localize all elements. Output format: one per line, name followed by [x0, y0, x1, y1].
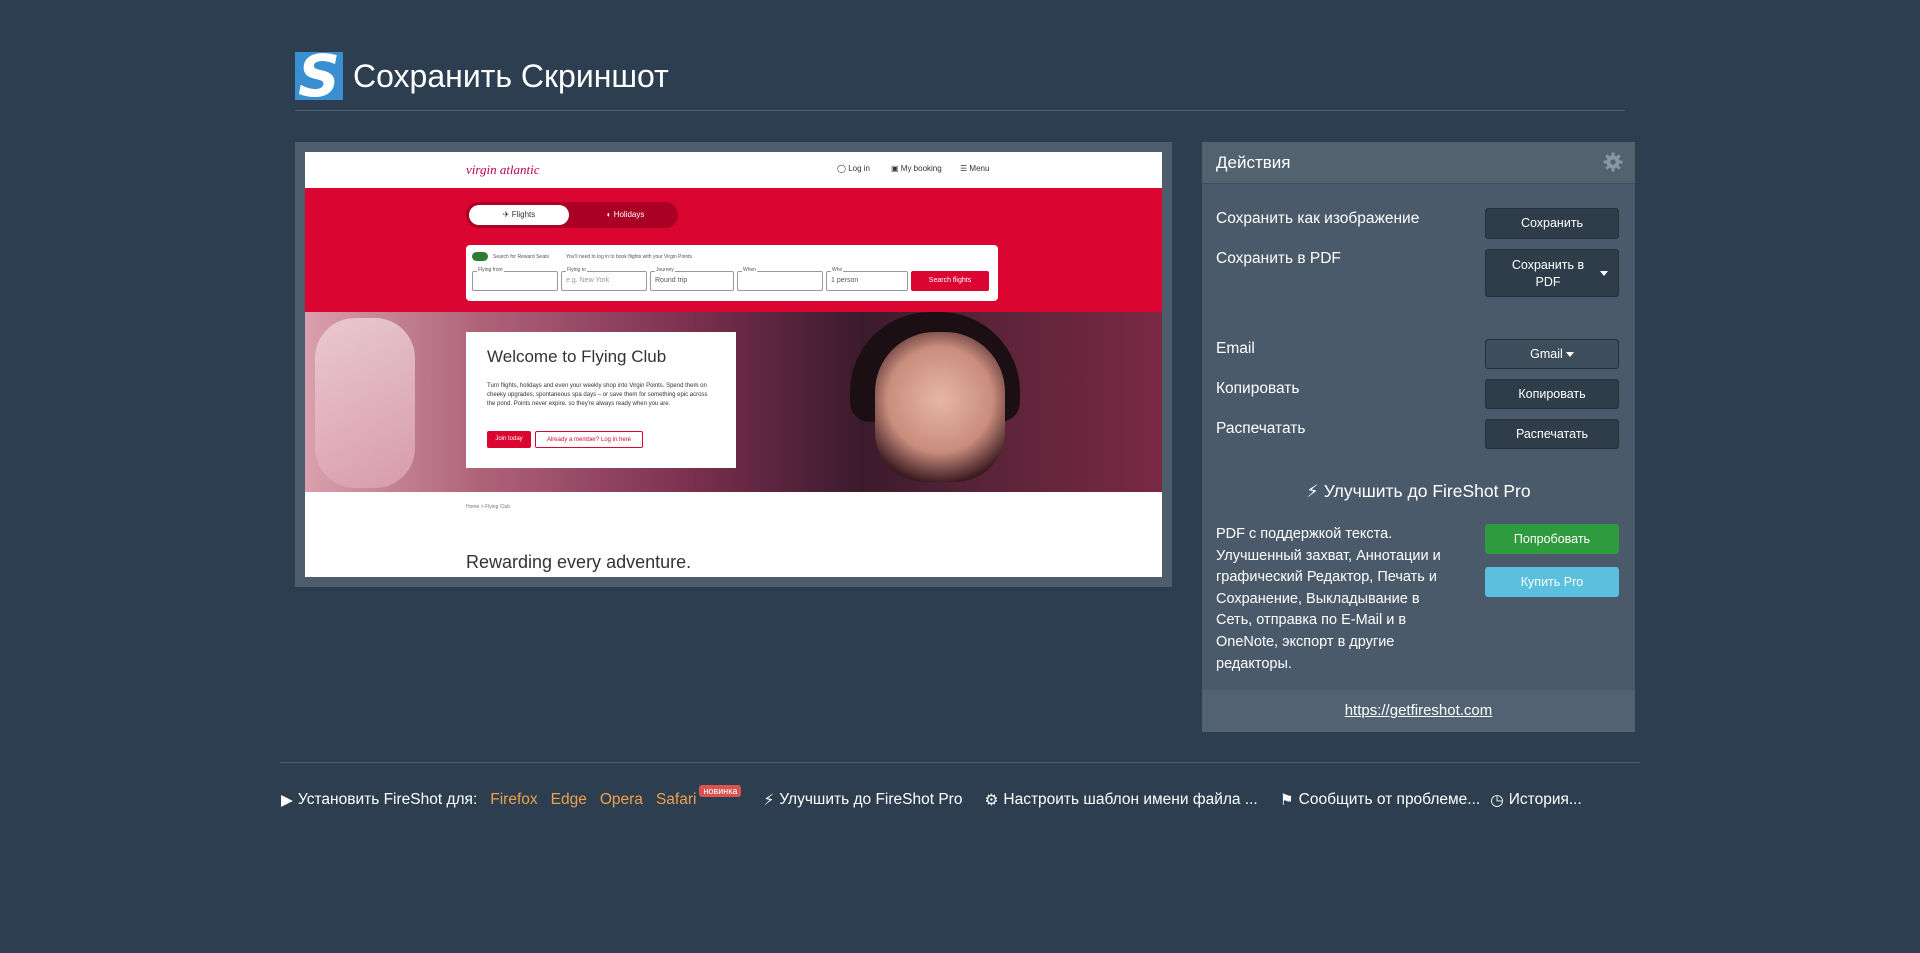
header-divider [295, 110, 1625, 111]
site-member-button: Already a member? Log in here [535, 431, 643, 448]
footer-divider [280, 762, 1640, 763]
page-title: Сохранить Скриншот [353, 57, 669, 94]
footer-bar: ▶ Установить FireShot для: Firefox Edge … [281, 785, 1604, 811]
opera-link[interactable]: Opera [600, 791, 643, 809]
play-icon: ▶ [281, 791, 293, 809]
save-pdf-button[interactable]: Сохранить в PDF [1485, 249, 1619, 297]
site-reward-label: Search for Reward Seats [493, 254, 549, 260]
gmail-dropdown-button[interactable]: Gmail [1485, 339, 1619, 369]
screenshot-preview-frame: virgin atlantic ◯ Log in ▣ My booking ☰ … [295, 142, 1172, 587]
edge-link[interactable]: Edge [551, 791, 587, 809]
save-pdf-label: Сохранить в PDF [1216, 250, 1341, 267]
clock-icon: ◷ [1490, 791, 1504, 809]
site-tab-holidays: ◐ Holidays [606, 210, 645, 219]
site-field-from: Flying from [472, 267, 558, 291]
site-search-band: ✈ Flights ◐ Holidays Search for Reward S… [305, 188, 1162, 312]
bolt-icon: ⚡︎ [763, 791, 775, 809]
footer-report-link[interactable]: ⚑ Сообщить от проблеме... [1280, 791, 1480, 810]
footer-history-link[interactable]: ◷ История... [1490, 791, 1582, 810]
gear-icon: ⚙ [984, 791, 999, 809]
site-breadcrumb: Home > Flying Club [466, 504, 511, 510]
site-join-button: Join today [487, 431, 531, 448]
try-pro-button[interactable]: Попробовать [1485, 524, 1619, 554]
site-field-to: Flying to e.g. New York [561, 267, 647, 291]
hero-window-shape [315, 318, 415, 488]
site-field-journey: Journey Round trip [650, 267, 734, 291]
footer-upgrade-label: Улучшить до FireShot Pro [779, 791, 963, 808]
save-pdf-button-label: Сохранить в PDF [1511, 258, 1585, 289]
pro-description: PDF с поддержкой текста. Улучшенный захв… [1216, 526, 1441, 672]
site-reward-note: You'll need to log in to book flights wi… [566, 254, 693, 260]
site-field-when: When [737, 267, 823, 291]
fireshot-logo: S [295, 52, 343, 100]
firefox-link[interactable]: Firefox [490, 791, 537, 809]
save-image-button[interactable]: Сохранить [1485, 208, 1619, 239]
getfireshot-link[interactable]: https://getfireshot.com [1202, 702, 1635, 719]
footer-history-label: История... [1508, 791, 1582, 808]
chevron-down-icon [1600, 271, 1608, 276]
upgrade-heading-label: Улучшить до FireShot Pro [1323, 481, 1531, 501]
site-welcome-title: Welcome to Flying Club [487, 347, 667, 366]
safari-link[interactable]: Safari [656, 791, 697, 809]
site-tab-flights: ✈ Flights [469, 205, 569, 225]
new-badge: новинка [699, 785, 742, 797]
copy-label: Копировать [1216, 380, 1300, 397]
gmail-button-label: Gmail [1530, 347, 1563, 361]
footer-report-label: Сообщить от проблеме... [1298, 791, 1481, 808]
chevron-down-icon [1565, 352, 1574, 358]
print-button[interactable]: Распечатать [1485, 419, 1619, 449]
save-image-label: Сохранить как изображение [1216, 210, 1420, 227]
bolt-icon: ⚡︎ [1306, 481, 1319, 501]
install-label: Установить FireShot для: [297, 791, 478, 808]
site-booking-link: ▣ My booking [891, 164, 942, 173]
email-label: Email [1216, 340, 1255, 357]
page-header: S Сохранить Скриншот [295, 52, 669, 100]
footer-template-link[interactable]: ⚙ Настроить шаблон имени файла ... [984, 791, 1257, 810]
site-section-title: Rewarding every adventure. [466, 552, 692, 572]
site-logo: virgin atlantic [466, 162, 540, 177]
footer-template-label: Настроить шаблон имени файла ... [1003, 791, 1258, 808]
site-search-button: Search flights [911, 271, 989, 291]
site-tabs: ✈ Flights ◐ Holidays [466, 202, 678, 228]
gear-icon[interactable] [1603, 152, 1623, 172]
actions-panel-header: Действия [1202, 142, 1635, 184]
site-welcome-card: Welcome to Flying Club Turn flights, hol… [466, 332, 736, 468]
site-hero-image: Welcome to Flying Club Turn flights, hol… [305, 312, 1162, 492]
actions-title: Действия [1216, 153, 1291, 172]
footer-upgrade-link[interactable]: ⚡︎ Улучшить до FireShot Pro [763, 791, 962, 810]
actions-panel-footer: https://getfireshot.com [1202, 690, 1635, 732]
logo-letter: S [298, 52, 340, 100]
site-login-link: ◯ Log in [837, 164, 870, 173]
print-label: Распечатать [1216, 420, 1306, 437]
screenshot-preview[interactable]: virgin atlantic ◯ Log in ▣ My booking ☰ … [305, 152, 1162, 577]
site-topbar: virgin atlantic ◯ Log in ▣ My booking ☰ … [305, 152, 1162, 188]
flag-icon: ⚑ [1279, 791, 1294, 809]
site-menu-link: ☰ Menu [960, 164, 990, 173]
actions-panel: Действия Сохранить как изображение Сохра… [1202, 142, 1635, 732]
site-reward-toggle [472, 252, 488, 261]
copy-button[interactable]: Копировать [1485, 379, 1619, 409]
site-field-who: Who 1 person [826, 267, 908, 291]
hero-face-shape [875, 332, 1005, 482]
upgrade-heading[interactable]: ⚡︎ Улучшить до FireShot Pro [1202, 481, 1635, 502]
site-welcome-text: Turn flights, holidays and even your wee… [487, 383, 708, 407]
install-section: ▶ Установить FireShot для: Firefox Edge … [281, 785, 742, 810]
site-search-form: Search for Reward Seats You'll need to l… [466, 245, 998, 301]
buy-pro-button[interactable]: Купить Pro [1485, 567, 1619, 597]
